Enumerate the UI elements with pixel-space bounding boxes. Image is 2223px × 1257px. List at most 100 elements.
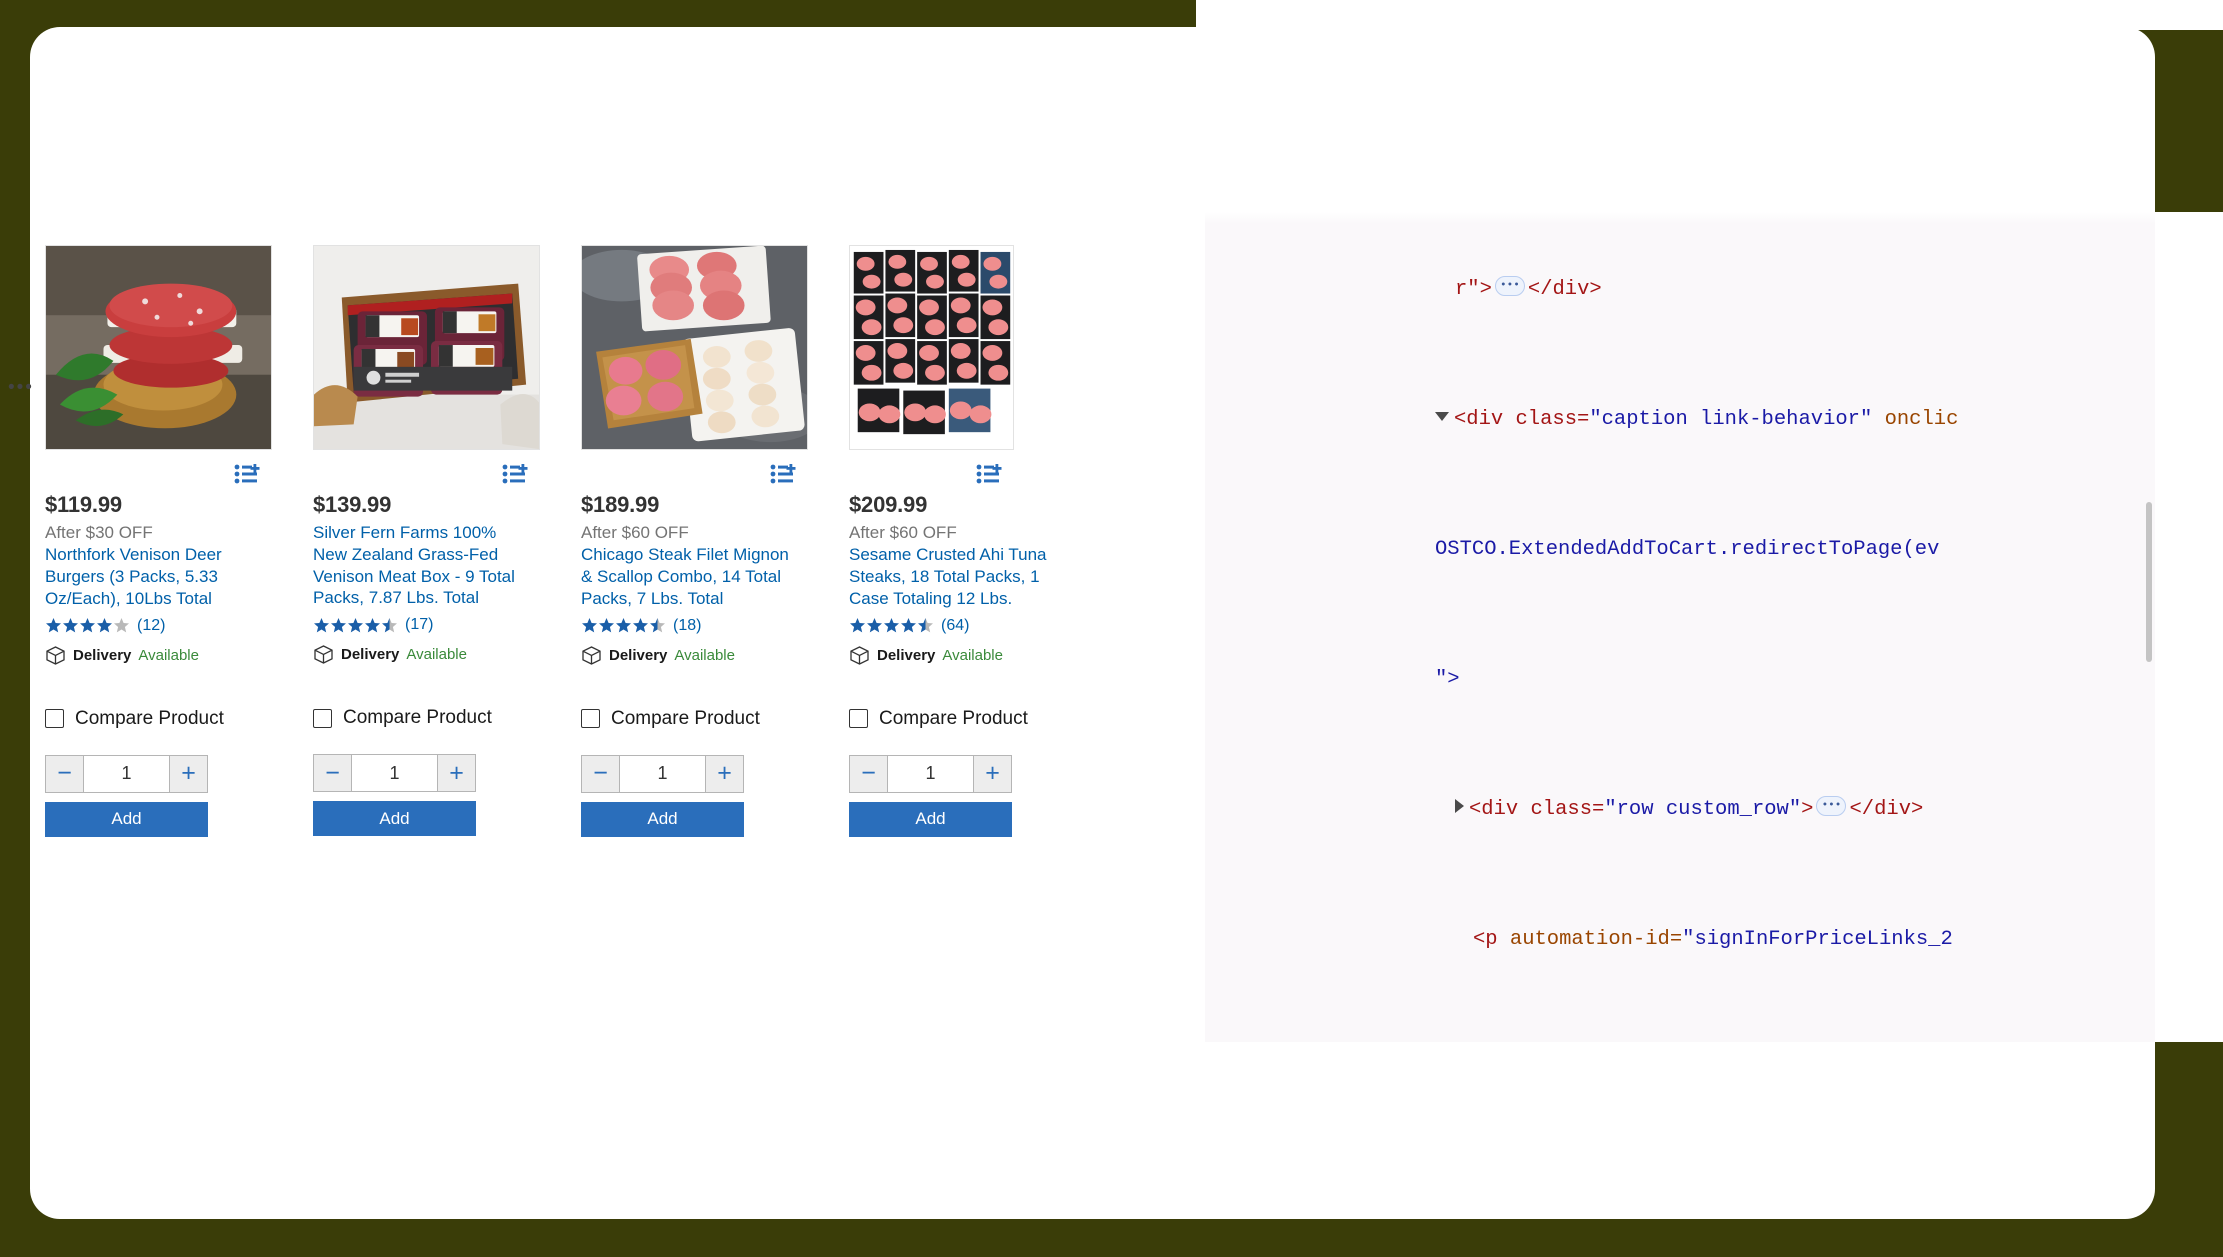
product-description-link[interactable]: Chicago Steak Filet Mignon & Scallop Com… — [581, 544, 797, 609]
expand-ellipsis-icon[interactable] — [1494, 276, 1525, 297]
product-price: $189.99 — [581, 492, 660, 517]
quantity-increment-button[interactable]: + — [437, 755, 475, 791]
star-icon — [45, 617, 62, 634]
add-to-list-icon[interactable] — [770, 464, 796, 484]
quantity-value[interactable]: 1 — [352, 755, 437, 791]
product-image-filet-scallop[interactable] — [581, 245, 808, 450]
star-icon — [581, 617, 598, 634]
product-card: $119.99 After $30 OFF Northfork Venison … — [45, 245, 313, 837]
product-image-venison-box[interactable] — [313, 245, 540, 450]
chevron-right-icon[interactable] — [1455, 799, 1464, 814]
add-to-list-icon[interactable] — [976, 464, 1002, 484]
product-image-ahi-tuna[interactable] — [849, 245, 1014, 450]
rating-count[interactable]: (64) — [941, 617, 969, 635]
dom-line[interactable]: "> — [1205, 664, 2155, 697]
add-to-cart-button[interactable]: Add — [581, 801, 744, 837]
chevron-down-icon[interactable] — [1435, 411, 1449, 421]
devtools-scrollbar[interactable] — [2143, 212, 2155, 1042]
star-icon — [313, 617, 330, 634]
star-icon — [79, 617, 96, 634]
rating-row[interactable]: (17) — [313, 616, 581, 634]
quantity-decrement-button[interactable]: − — [850, 755, 888, 792]
star-rating — [45, 617, 130, 634]
product-image-venison-burgers[interactable] — [45, 245, 272, 450]
delivery-label: Delivery — [341, 646, 400, 663]
star-rating — [849, 617, 934, 634]
add-to-cart-button[interactable]: Add — [45, 801, 208, 837]
dom-text: automation-id= — [1509, 927, 1683, 951]
product-card: $209.99 After $60 OFF Sesame Crusted Ahi… — [849, 245, 1117, 837]
quantity-stepper[interactable]: − 1 + — [581, 754, 744, 793]
star-icon — [615, 617, 632, 634]
rating-count[interactable]: (12) — [137, 617, 165, 635]
star-icon — [364, 617, 381, 634]
dom-text: "row custom_row" — [1604, 797, 1802, 821]
rating-row[interactable]: (18) — [581, 617, 849, 635]
package-box-icon — [313, 644, 334, 665]
devtools-dom-tree[interactable]: r"></div> <div class="caption link-behav… — [1205, 212, 2155, 1042]
package-box-icon — [581, 645, 602, 666]
star-icon-half — [649, 617, 666, 634]
quantity-stepper[interactable]: − 1 + — [313, 754, 476, 792]
compare-checkbox[interactable] — [849, 709, 868, 728]
quantity-decrement-button[interactable]: − — [314, 755, 352, 791]
dom-line[interactable]: OSTCO.ExtendedAddToCart.redirectToPage(e… — [1205, 534, 2155, 567]
dom-line[interactable]: r"> </div> — [1205, 274, 2155, 307]
product-description-link[interactable]: Northfork Venison Deer Burgers (3 Packs,… — [45, 544, 261, 609]
star-icon-half — [381, 617, 398, 634]
compare-product-row[interactable]: Compare Product — [849, 708, 1117, 730]
compare-checkbox[interactable] — [581, 709, 600, 728]
scrollbar-thumb[interactable] — [2146, 502, 2152, 662]
delivery-label: Delivery — [877, 646, 936, 664]
quantity-stepper[interactable]: − 1 + — [849, 754, 1012, 793]
dom-line[interactable]: <div class="caption link-behavior" oncli… — [1205, 404, 2155, 437]
product-price: $119.99 — [45, 492, 122, 517]
quantity-value[interactable]: 1 — [620, 755, 705, 792]
dom-line[interactable]: <p automation-id="signInForPriceLinks_2 — [1205, 924, 2155, 957]
compare-product-row[interactable]: Compare Product — [313, 707, 581, 729]
rating-count[interactable]: (18) — [673, 617, 701, 635]
frame-top-right-notch — [1196, 0, 2223, 30]
devtools-gutter-ellipsis: ••• — [8, 377, 34, 398]
quantity-increment-button[interactable]: + — [169, 755, 207, 792]
quantity-decrement-button[interactable]: − — [46, 755, 84, 792]
compare-product-row[interactable]: Compare Product — [45, 708, 313, 730]
product-card: $189.99 After $60 OFF Chicago Steak File… — [581, 245, 849, 837]
product-card: $139.99 Silver Fern Farms 100% New Zeala… — [313, 245, 581, 837]
quantity-increment-button[interactable]: + — [705, 755, 743, 792]
delivery-row: Delivery Available — [849, 645, 1117, 666]
star-icon — [330, 617, 347, 634]
add-to-cart-button[interactable]: Add — [313, 801, 476, 836]
product-grid: $119.99 After $30 OFF Northfork Venison … — [45, 245, 1117, 837]
compare-checkbox[interactable] — [45, 709, 64, 728]
compare-product-row[interactable]: Compare Product — [581, 708, 849, 730]
package-box-icon — [45, 645, 66, 666]
product-description-link[interactable]: Silver Fern Farms 100% New Zealand Grass… — [313, 522, 529, 609]
rating-row[interactable]: (12) — [45, 617, 313, 635]
product-description-link[interactable]: Sesame Crusted Ahi Tuna Steaks, 18 Total… — [849, 544, 1065, 609]
rating-row[interactable]: (64) — [849, 617, 1117, 635]
dom-text: </div> — [1527, 277, 1602, 301]
quantity-stepper[interactable]: − 1 + — [45, 754, 208, 793]
add-to-cart-button[interactable]: Add — [849, 801, 1012, 837]
dom-text: <div class= — [1469, 797, 1605, 821]
dom-text: onclic — [1872, 407, 1959, 431]
star-icon — [347, 617, 364, 634]
dom-line[interactable]: <div class="row custom_row"> </div> — [1205, 794, 2155, 827]
devtools-right-clip — [2155, 212, 2223, 1042]
rating-count[interactable]: (17) — [405, 616, 433, 634]
quantity-decrement-button[interactable]: − — [582, 755, 620, 792]
quantity-value[interactable]: 1 — [84, 755, 169, 792]
expand-ellipsis-icon[interactable] — [1816, 796, 1847, 817]
star-icon — [866, 617, 883, 634]
compare-checkbox[interactable] — [313, 708, 332, 728]
quantity-value[interactable]: 1 — [888, 755, 973, 792]
quantity-increment-button[interactable]: + — [973, 755, 1011, 792]
add-to-list-icon[interactable] — [234, 464, 260, 484]
star-icon — [598, 617, 615, 634]
add-to-list-icon[interactable] — [502, 464, 528, 484]
dom-text: "signInForPriceLinks_2 — [1682, 927, 1953, 951]
delivery-status: Available — [942, 646, 1003, 664]
devtools-elements-panel[interactable]: r"></div> <div class="caption link-behav… — [1205, 212, 2155, 1042]
compare-label: Compare Product — [75, 707, 224, 729]
